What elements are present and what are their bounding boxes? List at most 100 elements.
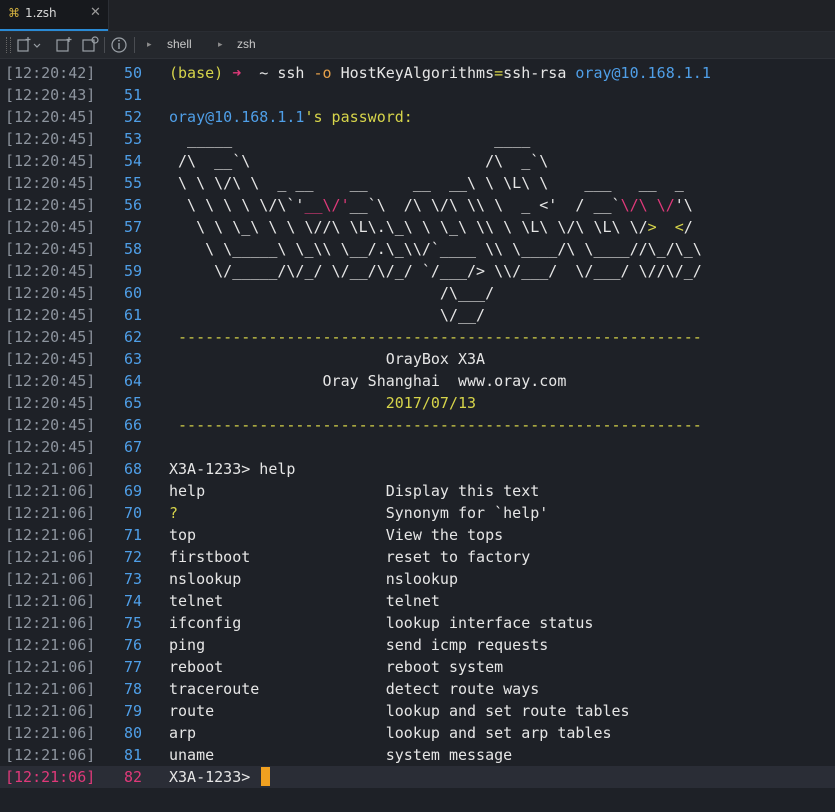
timestamp: [12:21:06] <box>5 746 96 764</box>
line-number: 61 <box>123 306 142 324</box>
timestamp: [12:20:45] <box>5 284 96 302</box>
terminal-line: [12:20:45] 63 OrayBox X3A <box>0 348 835 370</box>
line-number: 55 <box>123 174 142 192</box>
restart-icon[interactable] <box>80 35 100 55</box>
text-segment: route lookup and set route tables <box>169 702 630 720</box>
timestamp: [12:20:45] <box>5 394 96 412</box>
timestamp: [12:20:45] <box>5 218 96 236</box>
text-segment: ----------------------------------------… <box>169 416 702 434</box>
timestamp: [12:21:06] <box>5 724 96 742</box>
timestamp: [12:21:06] <box>5 548 96 566</box>
line-number: 74 <box>123 592 142 610</box>
line-text: ----------------------------------------… <box>169 414 702 436</box>
tab-title: 1.zsh <box>25 6 57 20</box>
line-text: ifconfig lookup interface status <box>169 612 593 634</box>
breadcrumb-zsh[interactable]: zsh <box>237 37 256 51</box>
tab-1-zsh[interactable]: ⌘ 1.zsh ✕ <box>0 0 109 31</box>
terminal-line: [12:21:06] 79 route lookup and set route t… <box>0 700 835 722</box>
terminal-line: [12:21:06] 70? Synonym for `help' <box>0 502 835 524</box>
line-text: ping send icmp requests <box>169 634 548 656</box>
breadcrumb-arrow-icon: ▸ <box>218 40 223 50</box>
line-number: 79 <box>123 702 142 720</box>
timestamp: [12:21:06] <box>5 680 96 698</box>
line-text: firstboot reset to factory <box>169 546 530 568</box>
terminal-line: [12:20:45] 58 \ \_____\ \_\\ \__/.\_\\/`_… <box>0 238 835 260</box>
terminal-line: [12:21:06] 74 telnet telnet <box>0 590 835 612</box>
text-segment: arp lookup and set arp tables <box>169 724 612 742</box>
text-segment: firstboot reset to factory <box>169 548 531 566</box>
terminal-line: [12:21:06] 76 ping send icmp requests <box>0 634 835 656</box>
new-window-icon[interactable] <box>54 35 74 55</box>
line-text: /\___/ <box>169 282 494 304</box>
line-text: arp lookup and set arp tables <box>169 722 612 744</box>
text-segment: -o <box>313 64 332 82</box>
terminal-line: [12:20:45] 52 oray@10.168.1.1's password: <box>0 106 835 128</box>
timestamp: [12:21:06] <box>5 614 96 632</box>
line-number: 57 <box>123 218 142 236</box>
text-segment: ping send icmp requests <box>169 636 549 654</box>
breadcrumb-shell[interactable]: shell <box>167 37 192 51</box>
line-number: 66 <box>123 416 142 434</box>
terminal-line: [12:21:06] 68 X3A-1233> help <box>0 458 835 480</box>
line-number: 77 <box>123 658 142 676</box>
text-segment: \ \ \_\ \ \ \//\ \L\.\_\ \ \_\ \\ \ \L\ … <box>169 218 648 236</box>
timestamp: [12:20:45] <box>5 174 96 192</box>
timestamp: [12:20:45] <box>5 306 96 324</box>
timestamp: [12:21:06] <box>5 768 96 786</box>
timestamp: [12:20:45] <box>5 108 96 126</box>
toolbar-grip[interactable] <box>6 37 11 53</box>
line-number: 73 <box>123 570 142 588</box>
timestamp: [12:20:45] <box>5 262 96 280</box>
info-icon[interactable] <box>110 35 128 55</box>
command-key-icon: ⌘ <box>8 6 20 20</box>
text-segment: X3A-1233> <box>169 768 260 786</box>
timestamp: [12:20:43] <box>5 86 96 104</box>
terminal-output[interactable]: [12:20:42] 50 (base) ➜ ~ ssh -o HostKeyAlg… <box>0 59 835 812</box>
line-number: 80 <box>123 724 142 742</box>
line-text: oray@10.168.1.1's password: <box>169 106 413 128</box>
timestamp: [12:21:06] <box>5 504 96 522</box>
terminal-line: [12:20:45] 61 \/__/ <box>0 304 835 326</box>
timestamp: [12:20:45] <box>5 152 96 170</box>
text-segment: uname system message <box>169 746 513 764</box>
active-tab-indicator <box>0 29 108 31</box>
line-number: 70 <box>123 504 142 522</box>
timestamp: [12:21:06] <box>5 636 96 654</box>
text-segment: (base) <box>169 64 233 82</box>
timestamp: [12:20:45] <box>5 328 96 346</box>
line-number: 62 <box>123 328 142 346</box>
line-number: 67 <box>123 438 142 456</box>
line-text: \ \ \ \ \/\`'__\/'__`\ /\ \/\ \\ \ _ <' … <box>169 194 693 216</box>
text-segment: \ \ \ \ \/\`' <box>169 196 305 214</box>
new-tab-icon[interactable] <box>16 35 42 55</box>
text-segment: ssh <box>277 64 314 82</box>
terminal-line: [12:20:42] 50 (base) ➜ ~ ssh -o HostKeyAlg… <box>0 62 835 84</box>
line-text: ----------------------------------------… <box>169 326 702 348</box>
terminal-line: [12:21:06] 81 uname system message <box>0 744 835 766</box>
text-cursor <box>261 767 271 786</box>
line-number: 56 <box>123 196 142 214</box>
text-segment: = <box>494 64 504 82</box>
line-text: X3A-1233> help <box>169 458 295 480</box>
terminal-line: [12:20:45] 60 /\___/ <box>0 282 835 304</box>
close-tab-icon[interactable]: ✕ <box>90 5 101 20</box>
text-segment: ifconfig lookup interface status <box>169 614 594 632</box>
line-number: 69 <box>123 482 142 500</box>
terminal-line: [12:20:45] 62 ---------------------------… <box>0 326 835 348</box>
line-text: telnet telnet <box>169 590 440 612</box>
terminal-line: [12:21:06] 75 ifconfig lookup interface st… <box>0 612 835 634</box>
text-segment: \ \ \/\ \ _ __ __ __ __\ \ \L\ \ ___ __ … <box>169 174 684 192</box>
line-text: \/_____/\/_/ \/__/\/_/ `/___/> \\/___/ \… <box>169 260 702 282</box>
timestamp: [12:21:06] <box>5 702 96 720</box>
text-segment: / <box>683 218 693 236</box>
text-segment: \/\ \/ <box>620 196 675 214</box>
line-number: 68 <box>123 460 142 478</box>
text-segment: Synonym for `help' <box>178 504 549 522</box>
text-segment: ssh-rsa <box>503 64 576 82</box>
line-text: \ \ \/\ \ _ __ __ __ __\ \ \L\ \ ___ __ … <box>169 172 684 194</box>
line-text: OrayBox X3A <box>169 348 485 370</box>
line-number: 75 <box>123 614 142 632</box>
line-number: 50 <box>123 64 142 82</box>
text-segment: __`\ /\ \/\ \\ \ _ <' / __` <box>349 196 621 214</box>
toolbar: ▸ shell ▸ zsh <box>0 32 835 59</box>
